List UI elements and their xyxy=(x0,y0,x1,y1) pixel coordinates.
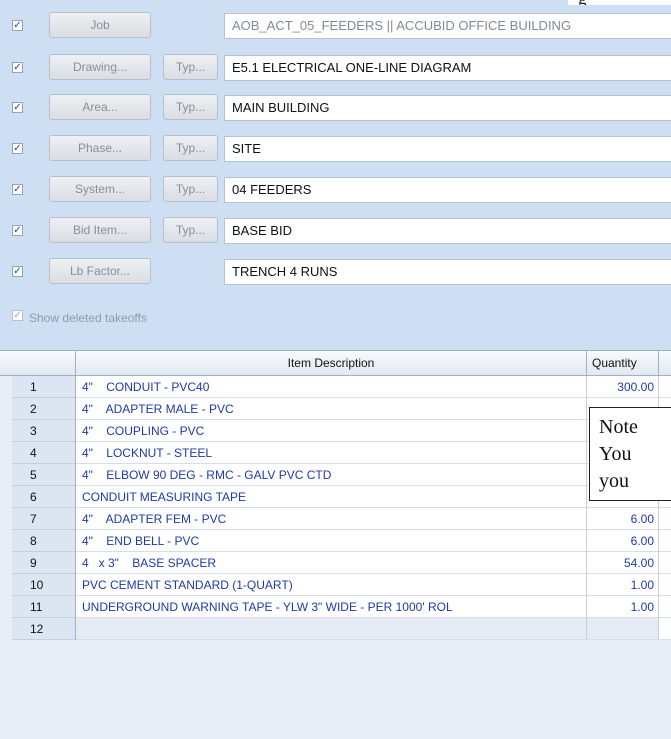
row-number-cell[interactable]: 12 xyxy=(12,618,76,640)
note-line: Note xyxy=(599,416,638,438)
row-number-cell[interactable]: 10 xyxy=(12,574,76,596)
extra-cell xyxy=(659,574,671,596)
filter-checkbox[interactable]: ✓ xyxy=(12,102,23,113)
quantity-cell[interactable]: 1.00 xyxy=(587,596,659,618)
filter-type-button[interactable]: Typ... xyxy=(163,217,218,243)
item-description-cell[interactable]: 4" END BELL - PVC xyxy=(76,530,587,552)
item-description-cell[interactable]: 4" LOCKNUT - STEEL xyxy=(76,442,587,464)
table-row[interactable]: 10 PVC CEMENT STANDARD (1-QUART) 1.00 xyxy=(0,574,671,596)
show-deleted-label: Show deleted takeoffs xyxy=(29,311,147,325)
item-description-cell[interactable]: 4" COUPLING - PVC xyxy=(76,420,587,442)
item-description-cell[interactable]: 4" ADAPTER FEM - PVC xyxy=(76,508,587,530)
filter-row: ✓ Area... Typ... MAIN BUILDING xyxy=(0,92,671,126)
table-row[interactable]: 8 4" END BELL - PVC 6.00 xyxy=(0,530,671,552)
show-deleted-takeoffs[interactable]: ✓ Show deleted takeoffs xyxy=(12,308,312,328)
filter-type-button[interactable]: Typ... xyxy=(163,54,218,80)
row-number-cell[interactable]: 11 xyxy=(12,596,76,618)
row-number-cell[interactable]: 7 xyxy=(12,508,76,530)
header-row-number xyxy=(0,351,76,375)
filter-checkbox[interactable]: ✓ xyxy=(12,62,23,73)
row-number-cell[interactable]: 9 xyxy=(12,552,76,574)
table-row[interactable]: 94 x 3" BASE SPACER 54.00 xyxy=(0,552,671,574)
quantity-cell[interactable]: 6.00 xyxy=(587,508,659,530)
filter-row: ✓ Bid Item... Typ... BASE BID xyxy=(0,215,671,249)
filter-select-button[interactable]: System... xyxy=(49,176,151,202)
quantity-cell[interactable]: 300.00 xyxy=(587,376,659,398)
filter-checkbox[interactable]: ✓ xyxy=(12,20,23,31)
filter-type-button[interactable]: Typ... xyxy=(163,176,218,202)
item-description-cell[interactable]: PVC CEMENT STANDARD (1-QUART) xyxy=(76,574,587,596)
overlay-note-box: Note You you xyxy=(589,407,671,501)
quantity-cell[interactable] xyxy=(587,618,659,640)
table-row[interactable]: 11 UNDERGROUND WARNING TAPE - YLW 3" WIDE… xyxy=(0,596,671,618)
item-description-cell[interactable]: CONDUIT MEASURING TAPE xyxy=(76,486,587,508)
table-row[interactable]: 12 xyxy=(0,618,671,640)
quantity-cell[interactable]: 54.00 xyxy=(587,552,659,574)
filter-select-button[interactable]: Bid Item... xyxy=(49,217,151,243)
header-quantity[interactable]: Quantity xyxy=(587,351,659,375)
item-description-cell[interactable]: 4" ADAPTER MALE - PVC xyxy=(76,398,587,420)
filter-select-button[interactable]: Lb Factor... xyxy=(49,258,151,284)
row-number-cell[interactable]: 2 xyxy=(12,398,76,420)
filter-value-field[interactable]: SITE xyxy=(224,136,671,162)
table-row[interactable]: 1 4" CONDUIT - PVC40 300.00 xyxy=(0,376,671,398)
grid-header: Item Description Quantity xyxy=(0,351,671,376)
filter-row: ✓ Lb Factor... TRENCH 4 RUNS xyxy=(0,256,671,290)
extra-cell xyxy=(659,508,671,530)
extra-cell xyxy=(659,618,671,640)
row-number-cell[interactable]: 8 xyxy=(12,530,76,552)
row-number-cell[interactable]: 5 xyxy=(12,464,76,486)
filter-checkbox[interactable]: ✓ xyxy=(12,225,23,236)
filter-type-button[interactable]: Typ... xyxy=(163,94,218,120)
extra-cell xyxy=(659,552,671,574)
row-number-cell[interactable]: 6 xyxy=(12,486,76,508)
filter-value-field[interactable]: TRENCH 4 RUNS xyxy=(224,259,671,285)
filter-row: ✓ Job AOB_ACT_05_FEEDERS || ACCUBID OFFICE… xyxy=(0,10,671,44)
item-description-cell[interactable]: 4" CONDUIT - PVC40 xyxy=(76,376,587,398)
filter-value-field[interactable]: MAIN BUILDING xyxy=(224,95,671,121)
quantity-cell[interactable]: 1.00 xyxy=(587,574,659,596)
show-deleted-checkbox[interactable]: ✓ xyxy=(12,310,23,321)
extra-cell xyxy=(659,376,671,398)
filter-row: ✓ System... Typ... 04 FEEDERS xyxy=(0,174,671,208)
table-row[interactable]: 3 4" COUPLING - PVC xyxy=(0,420,671,442)
filter-select-button[interactable]: Drawing... xyxy=(49,54,151,80)
filter-checkbox[interactable]: ✓ xyxy=(12,143,23,154)
filter-checkbox[interactable]: ✓ xyxy=(12,184,23,195)
quantity-cell[interactable]: 6.00 xyxy=(587,530,659,552)
note-line: You xyxy=(599,443,632,465)
note-line: you xyxy=(599,470,629,492)
table-row[interactable]: 5 4" ELBOW 90 DEG - RMC - GALV PVC CTD xyxy=(0,464,671,486)
filter-value-field[interactable]: E5.1 ELECTRICAL ONE-LINE DIAGRAM xyxy=(224,55,671,81)
filter-type-button[interactable]: Typ... xyxy=(163,135,218,161)
extra-cell xyxy=(659,596,671,618)
filter-select-button[interactable]: Area... xyxy=(49,94,151,120)
row-number-cell[interactable]: 3 xyxy=(12,420,76,442)
filter-checkbox[interactable]: ✓ xyxy=(12,266,23,277)
filter-select-button[interactable]: Job xyxy=(49,12,151,38)
filter-select-button[interactable]: Phase... xyxy=(49,135,151,161)
filter-value-field[interactable]: BASE BID xyxy=(224,218,671,244)
table-row[interactable]: 7 4" ADAPTER FEM - PVC 6.00 xyxy=(0,508,671,530)
takeoff-items-grid: Item Description Quantity 1 4" CONDUIT - … xyxy=(0,350,671,739)
table-row[interactable]: 6CONDUIT MEASURING TAPE330.00 xyxy=(0,486,671,508)
item-description-cell[interactable]: UNDERGROUND WARNING TAPE - YLW 3" WIDE -… xyxy=(76,596,587,618)
row-number-cell[interactable]: 4 xyxy=(12,442,76,464)
table-row[interactable]: 2 4" ADAPTER MALE - PVC xyxy=(0,398,671,420)
filter-row: ✓ Drawing... Typ... E5.1 ELECTRICAL ONE-LIN… xyxy=(0,52,671,86)
header-item-description[interactable]: Item Description xyxy=(76,351,587,375)
item-description-cell[interactable]: 4" ELBOW 90 DEG - RMC - GALV PVC CTD xyxy=(76,464,587,486)
item-description-cell[interactable]: 4 x 3" BASE SPACER xyxy=(76,552,587,574)
filter-row: ✓ Phase... Typ... SITE xyxy=(0,133,671,167)
document-note-fragment: g xyxy=(568,0,671,5)
item-description-cell[interactable] xyxy=(76,618,587,640)
filter-value-field[interactable]: 04 FEEDERS xyxy=(224,177,671,203)
table-row[interactable]: 4 4" LOCKNUT - STEEL xyxy=(0,442,671,464)
extra-cell xyxy=(659,530,671,552)
filter-value-field[interactable]: AOB_ACT_05_FEEDERS || ACCUBID OFFICE BUI… xyxy=(224,13,671,39)
row-number-cell[interactable]: 1 xyxy=(12,376,76,398)
